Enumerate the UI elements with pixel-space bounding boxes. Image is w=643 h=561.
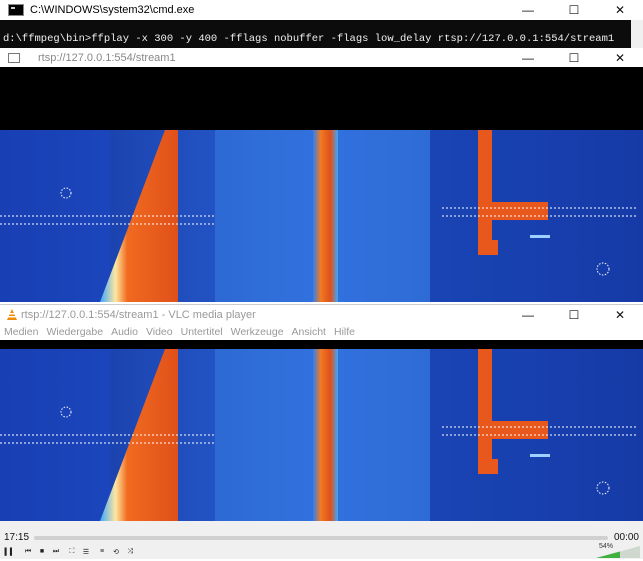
- minimize-button[interactable]: —: [505, 305, 551, 325]
- console-area[interactable]: d:\ffmpeg\bin>ffplay -x 300 -y 400 -ffla…: [0, 20, 643, 48]
- menu-werkzeuge[interactable]: Werkzeuge: [227, 326, 288, 338]
- fullscreen-button[interactable]: ⛶: [66, 546, 78, 557]
- cmd-icon: [8, 4, 24, 16]
- console-command-line: d:\ffmpeg\bin>ffplay -x 300 -y 400 -ffla…: [3, 33, 615, 45]
- vlc-cone-icon: [7, 309, 17, 320]
- close-button[interactable]: ✕: [597, 0, 643, 20]
- vlc-black-bar: [0, 340, 643, 349]
- pause-button[interactable]: ▍▍: [4, 546, 16, 557]
- menu-medien[interactable]: Medien: [0, 326, 42, 338]
- previous-button[interactable]: ⏮: [22, 546, 34, 557]
- loop-button[interactable]: ⟲: [110, 546, 122, 557]
- next-button[interactable]: ⏭: [50, 546, 62, 557]
- thermal-image: [0, 349, 643, 521]
- cmd-titlebar[interactable]: C:\WINDOWS\system32\cmd.exe — ☐ ✕: [0, 0, 643, 20]
- vlc-menubar: Medien Wiedergabe Audio Video Untertitel…: [0, 324, 643, 340]
- close-button[interactable]: ✕: [597, 305, 643, 325]
- time-total: 00:00: [613, 532, 639, 543]
- stop-button[interactable]: ■: [36, 546, 48, 557]
- menu-audio[interactable]: Audio: [107, 326, 142, 338]
- vlc-controls: 17:15 00:00 ▍▍ ⏮ ■ ⏭ ⛶ ☰ ≡ ⟲ ⤨ 54%: [0, 521, 643, 559]
- menu-wiedergabe[interactable]: Wiedergabe: [42, 326, 107, 338]
- maximize-button[interactable]: ☐: [551, 48, 597, 67]
- menu-untertitel[interactable]: Untertitel: [177, 326, 227, 338]
- maximize-button[interactable]: ☐: [551, 0, 597, 20]
- ffplay-window-icon: [8, 52, 20, 63]
- volume-label: 54%: [599, 543, 614, 550]
- time-elapsed: 17:15: [4, 532, 30, 543]
- vlc-video-frame[interactable]: [0, 349, 643, 521]
- seek-bar[interactable]: [34, 536, 608, 540]
- minimize-button[interactable]: —: [505, 48, 551, 67]
- vlc-title: rtsp://127.0.0.1:554/stream1 - VLC media…: [21, 309, 256, 321]
- minimize-button[interactable]: —: [505, 0, 551, 20]
- ffplay-video-frame[interactable]: [0, 130, 643, 302]
- ffplay-title: rtsp://127.0.0.1:554/stream1: [38, 51, 176, 64]
- maximize-button[interactable]: ☐: [551, 305, 597, 325]
- menu-ansicht[interactable]: Ansicht: [288, 326, 330, 338]
- shuffle-button[interactable]: ⤨: [124, 546, 136, 557]
- thermal-image: [0, 130, 643, 302]
- ffplay-black-bar: [0, 67, 643, 130]
- ffplay-titlebar[interactable]: rtsp://127.0.0.1:554/stream1 — ☐ ✕: [0, 48, 643, 67]
- vlc-titlebar[interactable]: rtsp://127.0.0.1:554/stream1 - VLC media…: [0, 304, 643, 325]
- playlist-button[interactable]: ≡: [96, 546, 108, 557]
- menu-hilfe[interactable]: Hilfe: [330, 326, 359, 338]
- console-scrollbar[interactable]: [631, 20, 643, 48]
- menu-video[interactable]: Video: [142, 326, 177, 338]
- extended-settings-button[interactable]: ☰: [80, 546, 92, 557]
- volume-slider[interactable]: 54%: [596, 543, 640, 558]
- cmd-title: C:\WINDOWS\system32\cmd.exe: [30, 4, 195, 16]
- close-button[interactable]: ✕: [597, 48, 643, 67]
